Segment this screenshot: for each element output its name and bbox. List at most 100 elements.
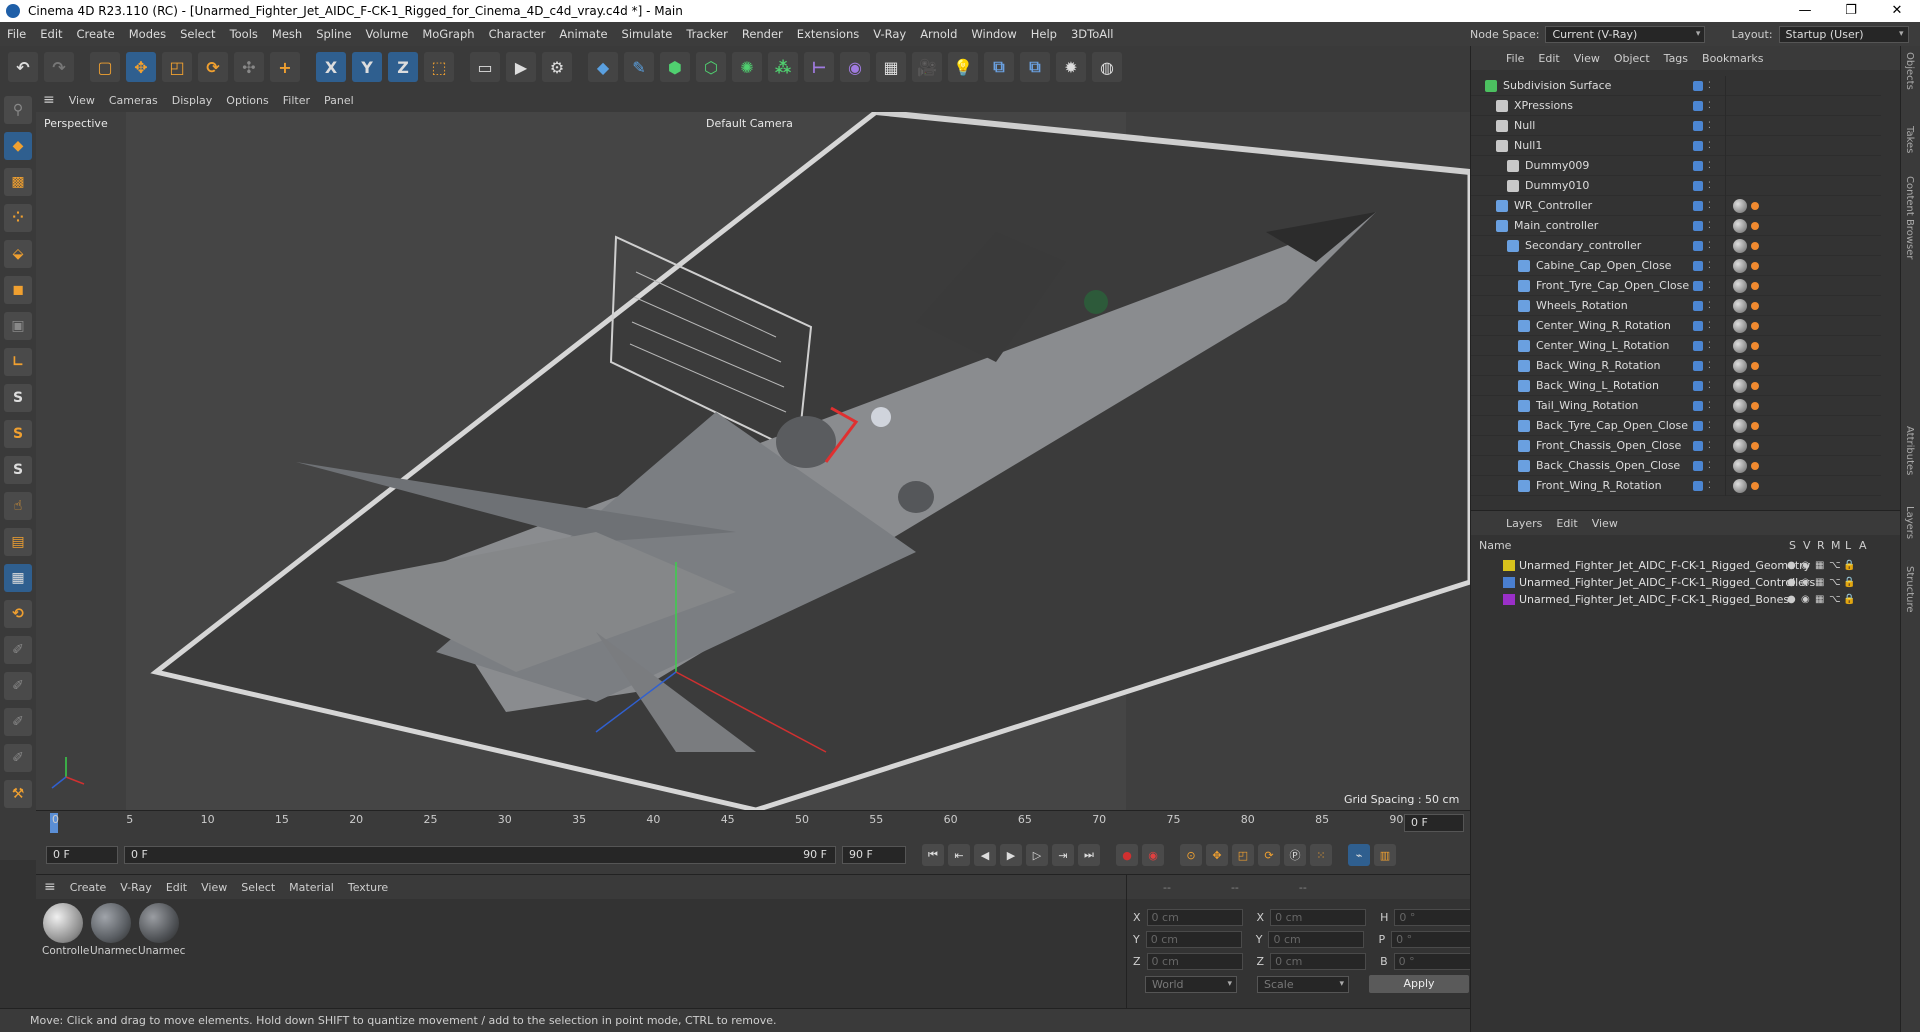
visibility-dots-icon[interactable]: ⁚ <box>1708 241 1711 251</box>
menu-item[interactable]: V-Ray <box>866 27 913 41</box>
layer-row[interactable]: Unarmed_Fighter_Jet_AIDC_F-CK-1_Rigged_B… <box>1471 591 1901 608</box>
model-mode-icon[interactable]: ◆ <box>4 132 32 160</box>
node-space-select[interactable]: Current (V-Ray) <box>1545 25 1706 43</box>
menu-item[interactable]: Select <box>173 27 222 41</box>
play-icon[interactable]: ▶ <box>1000 844 1022 866</box>
polygon-mode-icon[interactable]: ◼ <box>4 276 32 304</box>
close-icon[interactable]: ✕ <box>1874 0 1920 22</box>
layer-color-icon[interactable] <box>1693 80 1703 91</box>
menu-item[interactable]: Animate <box>552 27 614 41</box>
subdivision-icon[interactable]: ⬢ <box>660 52 690 82</box>
layer-color-icon[interactable] <box>1693 280 1703 291</box>
object-row[interactable]: Secondary_controller ⁚ <box>1471 236 1881 256</box>
grid-icon[interactable]: ▦ <box>4 564 32 592</box>
layer-color-icon[interactable] <box>1693 240 1703 251</box>
previous-frame-icon[interactable]: ◀ <box>974 844 996 866</box>
go-to-start-icon[interactable]: ⏮ <box>922 844 944 866</box>
python-generator-icon[interactable]: ⧉ <box>1020 52 1050 82</box>
previous-key-icon[interactable]: ⇤ <box>948 844 970 866</box>
cube-icon[interactable]: ◆ <box>588 52 618 82</box>
layer-color-icon[interactable] <box>1693 420 1703 431</box>
light-icon[interactable]: 💡 <box>948 52 978 82</box>
layer-color-icon[interactable] <box>1693 120 1703 131</box>
visibility-dots-icon[interactable]: ⁚ <box>1708 101 1711 111</box>
lock-icon[interactable]: 🔒 <box>1843 577 1855 588</box>
coord-mode-select[interactable]: World <box>1145 975 1237 993</box>
layout-select[interactable]: Startup (User) <box>1778 25 1909 43</box>
key-parameter-icon[interactable]: Ⓟ <box>1284 844 1306 866</box>
mograph-icon[interactable]: ⁂ <box>768 52 798 82</box>
apply-button[interactable]: Apply <box>1369 975 1469 993</box>
visibility-dots-icon[interactable]: ⁚ <box>1708 161 1711 171</box>
maximize-icon[interactable]: ❐ <box>1828 0 1874 22</box>
point-mode-icon[interactable]: ⁘ <box>4 204 32 232</box>
coordinate-system-icon[interactable]: ⬚ <box>424 52 454 82</box>
visibility-dots-icon[interactable]: ⁚ <box>1708 181 1711 191</box>
layer-color-icon[interactable] <box>1693 140 1703 151</box>
constraint-tag-icon[interactable] <box>1751 281 1759 290</box>
object-row[interactable]: Center_Wing_R_Rotation ⁚ <box>1471 316 1881 336</box>
layer-color-icon[interactable] <box>1693 460 1703 471</box>
position-x-field[interactable]: 0 cm <box>1146 909 1243 926</box>
coord-scale-select[interactable]: Scale <box>1257 975 1349 993</box>
tweak-icon[interactable]: ☝ <box>4 492 32 520</box>
field-icon[interactable]: ◉ <box>840 52 870 82</box>
record-icon[interactable]: ● <box>1116 844 1138 866</box>
keyframe-selection-icon[interactable]: ⊙ <box>1180 844 1202 866</box>
object-menu-item[interactable]: Edit <box>1531 52 1566 65</box>
material-swatch[interactable]: Unarmec <box>90 903 137 957</box>
material-menu-item[interactable]: Material <box>282 881 341 894</box>
object-row[interactable]: Null1 ⁚ <box>1471 136 1881 156</box>
menu-item[interactable]: MoGraph <box>415 27 481 41</box>
go-to-end-icon[interactable]: ⏭ <box>1078 844 1100 866</box>
object-row[interactable]: Dummy009 ⁚ <box>1471 156 1881 176</box>
edge-mode-icon[interactable]: ⬙ <box>4 240 32 268</box>
material-tag-icon[interactable] <box>1733 218 1747 233</box>
object-menu-item[interactable]: View <box>1567 52 1607 65</box>
layer-color-icon[interactable] <box>1693 260 1703 271</box>
menu-item[interactable]: Volume <box>359 27 416 41</box>
material-tag-icon[interactable] <box>1733 398 1747 413</box>
material-menu-item[interactable]: Create <box>63 881 114 894</box>
menu-item[interactable]: Window <box>964 27 1023 41</box>
visibility-dots-icon[interactable]: ⁚ <box>1708 401 1711 411</box>
menu-item[interactable]: Simulate <box>615 27 680 41</box>
layer-color-icon[interactable] <box>1693 320 1703 331</box>
render-settings-icon[interactable]: ⚙ <box>542 52 572 82</box>
layer-color-icon[interactable] <box>1693 380 1703 391</box>
undo-icon[interactable]: ↶ <box>8 52 38 82</box>
material-tag-icon[interactable] <box>1733 238 1747 253</box>
side-tab[interactable]: Attributes <box>1904 426 1915 475</box>
cloner-icon[interactable]: ✺ <box>732 52 762 82</box>
autokey-icon[interactable]: ◉ <box>1142 844 1164 866</box>
position-z-field[interactable]: 0 cm <box>1146 953 1243 970</box>
layer-color-icon[interactable] <box>1693 480 1703 491</box>
render-icon[interactable]: ▦ <box>1815 594 1824 605</box>
paint-icon[interactable]: ✐ <box>4 636 32 664</box>
material-menu-item[interactable]: Edit <box>159 881 194 894</box>
solo-icon[interactable]: ● <box>1787 560 1796 571</box>
vray-settings-icon[interactable]: ✹ <box>1056 52 1086 82</box>
constraint-tag-icon[interactable] <box>1751 401 1759 410</box>
layer-menu-item[interactable]: View <box>1585 517 1625 530</box>
visibility-dots-icon[interactable]: ⁚ <box>1708 321 1711 331</box>
frame-range-slider[interactable]: 0 F 90 F <box>124 846 836 864</box>
floor-icon[interactable]: ▦ <box>876 52 906 82</box>
end-frame-field[interactable]: 90 F <box>842 846 906 864</box>
snap-icon[interactable]: S <box>4 384 32 412</box>
pen-icon[interactable]: ✎ <box>624 52 654 82</box>
material-tag-icon[interactable] <box>1733 458 1747 473</box>
texture-mode-icon[interactable]: ▩ <box>4 168 32 196</box>
view-icon[interactable]: ◉ <box>1801 560 1810 571</box>
material-tag-icon[interactable] <box>1733 418 1747 433</box>
constraint-tag-icon[interactable] <box>1751 301 1759 310</box>
y-axis-button[interactable]: Y <box>352 52 382 82</box>
viewport-menu-item[interactable]: Display <box>165 94 220 107</box>
constraint-tag-icon[interactable] <box>1751 341 1759 350</box>
size-x-field[interactable]: 0 cm <box>1270 909 1367 926</box>
scale-icon[interactable]: ◰ <box>162 52 192 82</box>
material-tag-icon[interactable] <box>1733 198 1747 213</box>
constraint-tag-icon[interactable] <box>1751 361 1759 370</box>
visibility-dots-icon[interactable]: ⁚ <box>1708 341 1711 351</box>
timeline-ruler[interactable]: 0 5 10 15 20 25 30 35 40 45 50 55 60 65 70 75 80 85 90 0 F <box>36 810 1470 836</box>
